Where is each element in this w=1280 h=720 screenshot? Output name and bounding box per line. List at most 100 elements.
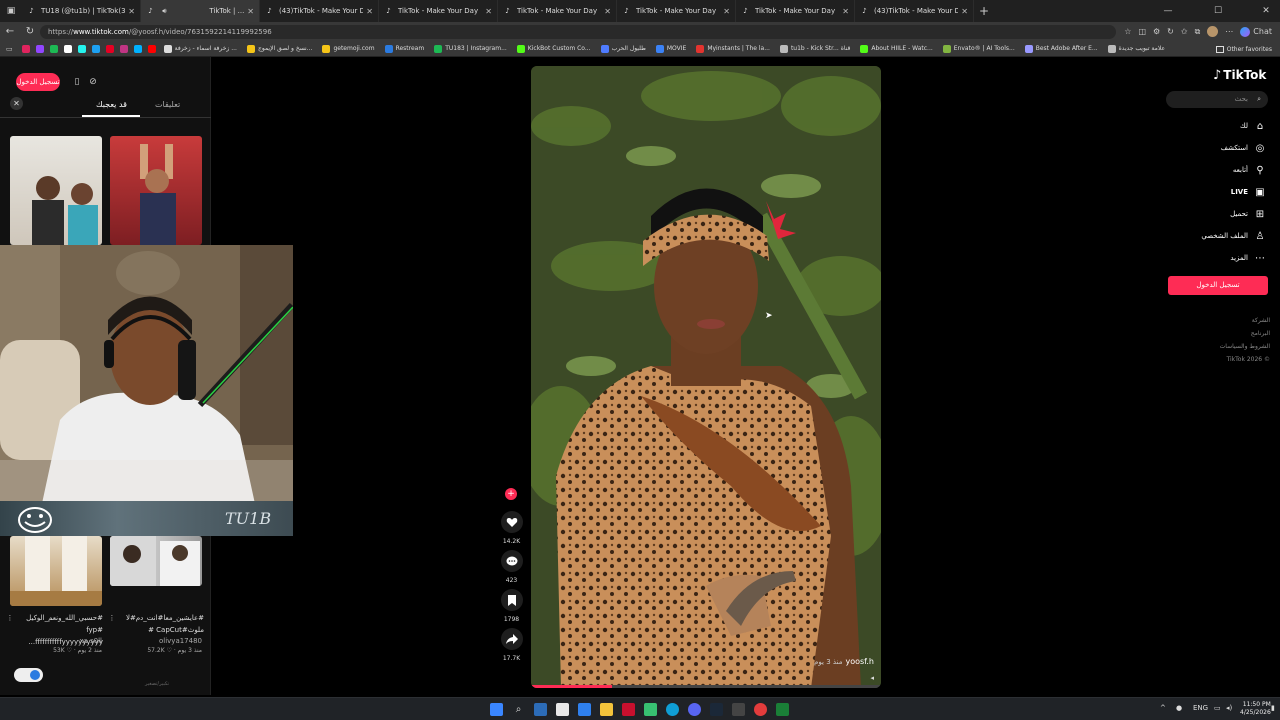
favorites-icon[interactable]: ✩	[1181, 27, 1188, 36]
video-player[interactable]: ➤ منذ 3 يوم yoosf.h ◂	[531, 66, 881, 688]
close-icon[interactable]: ✕	[10, 97, 23, 110]
video-thumbnail[interactable]	[110, 136, 202, 245]
bookmark-item[interactable]: Envato® | AI Tools...	[938, 41, 1020, 57]
bookmark-item[interactable]: MOVIE	[651, 41, 691, 57]
start-menu-icon[interactable]	[490, 703, 503, 716]
reading-icon[interactable]: ▭	[6, 45, 13, 53]
tiktok-logo[interactable]: ♪ TikTok	[1213, 68, 1266, 83]
close-icon[interactable]: ✕	[366, 7, 373, 16]
comment-icon[interactable]	[500, 550, 523, 572]
search-icon[interactable]: ⌕	[1257, 91, 1261, 108]
back-icon[interactable]: ←	[0, 26, 20, 37]
browser-tab[interactable]: ♪ TikTok - Make Your Day ✕	[498, 0, 617, 22]
bookmark-item[interactable]: زخرفة اسماء - زخرفة ...	[159, 41, 242, 57]
heart-icon[interactable]	[500, 511, 523, 533]
more-options-icon[interactable]: ⋮	[6, 612, 14, 624]
settings-icon[interactable]: ⊘	[86, 75, 100, 89]
obs-icon[interactable]	[754, 703, 767, 716]
video-thumbnail[interactable]	[10, 136, 102, 245]
favorite-star-icon[interactable]: ☆	[1124, 27, 1131, 36]
browser-tab-active[interactable]: ♪ 🔊︎ TikTok | ... ✕	[141, 0, 260, 22]
network-icon[interactable]: ▭	[1214, 704, 1221, 712]
tray-chevron-icon[interactable]: ^	[1160, 704, 1166, 712]
xbox-icon[interactable]	[776, 703, 789, 716]
share-icon[interactable]	[500, 628, 523, 650]
app-icon[interactable]	[622, 703, 635, 716]
login-button[interactable]: تسجيل الدخول	[16, 73, 60, 91]
bookmark-icon[interactable]	[49, 44, 58, 53]
notifications-icon[interactable]: ▮	[1271, 704, 1275, 712]
bookmark-item[interactable]: Myinstants | The la...	[691, 41, 775, 57]
collections-icon[interactable]: ⧉	[1195, 27, 1201, 37]
video-thumbnail[interactable]	[10, 536, 102, 606]
file-explorer-icon[interactable]	[600, 703, 613, 716]
nav-more[interactable]: المزيد ⋯	[1146, 251, 1266, 265]
bookmark-item[interactable]: Restream	[380, 41, 430, 57]
app-icon[interactable]	[644, 703, 657, 716]
footer-link-program[interactable]: البرنامج	[1170, 330, 1270, 337]
close-icon[interactable]: ✕	[961, 7, 968, 16]
other-favorites-folder[interactable]: Other favorites	[1215, 41, 1272, 57]
bookmark-item[interactable]: About HIILE - Watc...	[855, 41, 937, 57]
tab-comments[interactable]: تعليقات	[155, 100, 180, 109]
like-action[interactable]: 14.2K	[500, 511, 523, 545]
store-icon[interactable]	[578, 703, 591, 716]
more-options-icon[interactable]: ⋮	[108, 612, 116, 624]
taskbar-clock[interactable]: 11:50 PM 4/25/2026	[1240, 701, 1271, 717]
microphone-icon[interactable]: ●	[1176, 704, 1182, 712]
bookmark-item[interactable]: tu1b - Kick Str... قناة	[775, 41, 855, 57]
footer-link-terms[interactable]: الشروط والسياسات	[1170, 343, 1270, 350]
task-view-icon[interactable]	[556, 703, 569, 716]
discord-icon[interactable]	[688, 703, 701, 716]
footer-link-company[interactable]: الشركة	[1170, 317, 1270, 324]
nav-profile[interactable]: الملف الشخصي ♙	[1146, 229, 1266, 243]
browser-tab[interactable]: ♪ TikTok - Make Your Day ✕	[736, 0, 855, 22]
extensions-icon[interactable]: ⚙	[1153, 27, 1160, 36]
window-close-icon[interactable]: ✕	[1254, 0, 1278, 22]
share-action[interactable]: 17.7K	[500, 628, 523, 662]
nav-following[interactable]: أتابعه ⚲	[1146, 163, 1266, 177]
nav-for-you[interactable]: لك ⌂	[1146, 119, 1266, 133]
sidebar-login-button[interactable]: تسجيل الدخول	[1168, 276, 1268, 295]
follow-plus-button[interactable]: +	[505, 488, 517, 500]
autoscroll-toggle[interactable]	[14, 668, 43, 682]
more-menu-icon[interactable]: ⋯	[1225, 27, 1233, 36]
browser-tab[interactable]: ♪ TikTok - Make Your Day ✕	[379, 0, 498, 22]
bookmark-icon[interactable]	[35, 44, 44, 53]
url-bar[interactable]: https://www.tiktok.com/@yoosf.h/video/76…	[40, 24, 1117, 39]
widgets-icon[interactable]	[534, 703, 547, 716]
browser-tab[interactable]: ♪ TU18 (@tu1b) | TikTok(32) ✕	[22, 0, 141, 22]
bookmark-icon[interactable]	[77, 44, 86, 53]
bookmark-item[interactable]: علامة تبويب جديدة	[1103, 41, 1170, 57]
steam-icon[interactable]	[710, 703, 723, 716]
bookmark-icon[interactable]	[63, 44, 72, 53]
close-icon[interactable]: ✕	[247, 7, 254, 16]
bookmark-icon[interactable]	[21, 44, 30, 53]
bookmark-item[interactable]: طليول الحرب	[596, 41, 651, 57]
bookmark-item[interactable]: نسخ و لصق الإيموج...	[242, 41, 317, 57]
edge-browser-icon[interactable]	[666, 703, 679, 716]
refresh-extension-icon[interactable]: ↻	[1167, 27, 1174, 36]
split-screen-icon[interactable]: ◫	[1138, 27, 1146, 36]
close-icon[interactable]: ✕	[604, 7, 611, 16]
save-action[interactable]: 1798	[500, 589, 523, 623]
bookmark-icon[interactable]	[105, 44, 114, 53]
speaker-icon[interactable]: 🔊︎	[160, 7, 169, 16]
refresh-icon[interactable]: ↻	[20, 26, 40, 37]
search-input[interactable]: بحث ⌕	[1166, 91, 1268, 108]
mute-icon[interactable]: ◂	[870, 674, 874, 682]
browser-tab[interactable]: ♪ (43)TikTok - Make Your Day ✕	[855, 0, 974, 22]
browser-tab[interactable]: ♪ (43)TikTok - Make Your Day ✕	[260, 0, 379, 22]
bookmark-item[interactable]: Best Adobe After E...	[1020, 41, 1103, 57]
tab-you-may-like[interactable]: قد يعجبك	[96, 100, 127, 109]
close-icon[interactable]: ✕	[485, 7, 492, 16]
bookmark-icon[interactable]	[133, 44, 142, 53]
bookmark-item[interactable]: TU183 | Instagram...	[429, 41, 512, 57]
copilot-chat-button[interactable]: Chat	[1240, 26, 1272, 37]
video-caption[interactable]: #عايشين_معا#انت_دم#لا ملوث#CapCut #	[120, 612, 204, 636]
language-indicator[interactable]: ENG	[1193, 704, 1208, 712]
bookmark-item[interactable]: KickBot Custom Co...	[512, 41, 596, 57]
nav-upload[interactable]: تحميل ⊞	[1146, 207, 1266, 221]
minimize-icon[interactable]: —	[1156, 0, 1180, 22]
video-author[interactable]: منذ 3 يوم yoosf.h	[814, 657, 874, 666]
